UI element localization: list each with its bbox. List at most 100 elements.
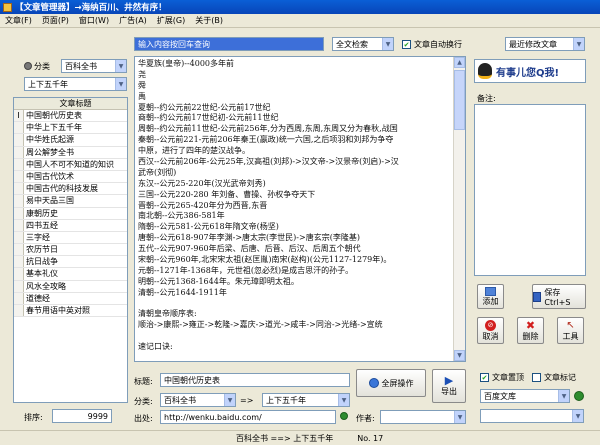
mark-checkbox[interactable]: 文章标记 xyxy=(532,372,576,383)
list-item[interactable]: 农历节日 xyxy=(14,244,127,257)
cancel-icon: ⊘ xyxy=(485,319,496,331)
editor-line: 周朝--约公元前11世纪-公元前256年,分为西周,东周,东周又分为春秋,战国 xyxy=(138,124,398,134)
menu-window[interactable]: 窗口(W) xyxy=(74,15,114,26)
sort-select[interactable]: 最近修改文章 ▼ xyxy=(505,37,585,51)
category-radio-icon[interactable] xyxy=(24,62,32,70)
unchecked-box-icon xyxy=(532,373,541,382)
save-button[interactable]: 保存 Ctrl+S xyxy=(532,284,586,309)
subcategory-value: 上下五千年 xyxy=(28,79,68,89)
editor-line: 舜 xyxy=(138,80,146,90)
statusbar: 百科全书 ==> 上下五千年 No. 17 xyxy=(0,430,600,445)
add-icon xyxy=(485,286,496,296)
article-content[interactable]: 华夏族(皇帝)--4000多年前尧舜禹夏朝--约公元前22世纪-公元前17世纪商… xyxy=(135,57,465,355)
row-selector xyxy=(14,231,24,244)
list-item[interactable]: I 中国朝代历史表 xyxy=(14,110,127,123)
window-titlebar: 【文章管理器】→海纳百川、井然有序！ xyxy=(0,0,600,14)
form-category-select[interactable]: 百科全书 ▼ xyxy=(160,393,236,407)
list-item[interactable]: 基本礼仪 xyxy=(14,268,127,281)
fullscreen-button[interactable]: 全屏操作 xyxy=(356,369,426,397)
export-button[interactable]: ▶ 导出 xyxy=(432,369,466,403)
list-item-title: 基本礼仪 xyxy=(26,269,58,279)
search-input[interactable]: 输入内容按回车查询 xyxy=(134,37,324,51)
chevron-down-icon: ▼ xyxy=(558,390,569,402)
mark-label: 文章标记 xyxy=(544,373,576,382)
qq-banner-text: 有事儿您Q我! xyxy=(496,67,560,79)
search-engine-select[interactable]: 百度文库 ▼ xyxy=(480,389,570,403)
article-editor[interactable]: 华夏族(皇帝)--4000多年前尧舜禹夏朝--约公元前22世纪-公元前17世纪商… xyxy=(134,56,466,362)
scroll-down-icon[interactable]: ▼ xyxy=(454,350,465,361)
list-item[interactable]: 道德经 xyxy=(14,292,127,305)
chevron-down-icon: ▼ xyxy=(572,410,583,422)
chevron-down-icon: ▼ xyxy=(382,38,393,50)
list-item[interactable]: 三字经 xyxy=(14,231,127,245)
add-button[interactable]: 添加 xyxy=(477,284,504,309)
delete-button[interactable]: ✖ 删除 xyxy=(517,317,544,344)
extra-select[interactable]: ▼ xyxy=(480,409,584,423)
note-textarea[interactable] xyxy=(474,104,586,276)
category-arrow: => xyxy=(240,396,254,405)
scroll-up-icon[interactable]: ▲ xyxy=(454,57,465,68)
source-label: 出处: xyxy=(134,414,153,423)
editor-line: 武帝(刘彻) xyxy=(138,167,177,177)
row-selector xyxy=(14,146,24,158)
pin-label: 文章置顶 xyxy=(492,373,524,382)
source-input[interactable]: http://wenku.baidu.com/ xyxy=(160,410,336,424)
search-mode-select[interactable]: 全文检索 ▼ xyxy=(332,37,394,51)
status-count: No. 17 xyxy=(357,433,384,443)
open-link-icon[interactable] xyxy=(340,412,348,420)
list-item[interactable]: 中国古代的科技发展 xyxy=(14,183,127,196)
menu-about[interactable]: 关于(B) xyxy=(190,15,228,26)
title-input[interactable]: 中国朝代历史表 xyxy=(160,373,350,387)
tools-icon: ↖ xyxy=(566,319,575,331)
check-icon: ✔ xyxy=(402,40,411,49)
cancel-button[interactable]: ⊘ 取消 xyxy=(477,317,504,344)
list-item[interactable]: 康朝历史 xyxy=(14,207,127,220)
list-item[interactable]: 中国古代饮术 xyxy=(14,170,127,184)
fullscreen-label: 全屏操作 xyxy=(381,378,414,388)
sort-order-input[interactable]: 9999 xyxy=(52,409,112,423)
title-label: 标题: xyxy=(134,377,153,386)
list-item[interactable]: 中华上下五千年 xyxy=(14,122,127,135)
sort-label: 排序: xyxy=(24,413,43,422)
form-subcategory-value: 上下五千年 xyxy=(266,395,306,405)
author-select[interactable]: ▼ xyxy=(380,410,466,424)
list-item[interactable]: 春节用语中英对照 xyxy=(14,305,127,318)
list-item[interactable]: 中国人不可不知道的知识 xyxy=(14,158,127,171)
menu-extend[interactable]: 扩展(G) xyxy=(152,15,190,26)
list-item-title: 道德经 xyxy=(26,293,50,303)
qq-banner[interactable]: 有事儿您Q我! xyxy=(474,59,586,83)
qq-penguin-icon xyxy=(478,63,492,79)
list-item-title: 易中天品三国 xyxy=(26,196,74,206)
auto-wrap-checkbox[interactable]: ✔ 文章自动换行 xyxy=(402,39,462,50)
list-item[interactable]: 四书五经 xyxy=(14,219,127,232)
list-item[interactable]: 周公解梦全书 xyxy=(14,146,127,159)
row-selector xyxy=(14,268,24,280)
list-item[interactable]: 易中天品三国 xyxy=(14,195,127,208)
row-selector xyxy=(14,305,24,317)
menu-ad[interactable]: 广告(A) xyxy=(114,15,152,26)
pin-checkbox[interactable]: ✔ 文章置顶 xyxy=(480,372,524,383)
scroll-thumb[interactable] xyxy=(454,70,465,130)
list-item[interactable]: 抗日战争 xyxy=(14,256,127,269)
tools-button[interactable]: ↖ 工具 xyxy=(557,317,584,344)
list-item-title: 中国朝代历史表 xyxy=(24,110,82,122)
article-list-header: 文章标题 xyxy=(14,98,127,110)
editor-line: 西汉--公元前206年-公元25年,汉高祖(刘邦)->汉文帝->汉景帝(刘启)-… xyxy=(138,157,399,167)
row-selector xyxy=(14,170,24,183)
list-item-title: 康朝历史 xyxy=(26,208,58,218)
editor-scrollbar[interactable]: ▲ ▼ xyxy=(453,57,465,361)
editor-line: 五代--公元907-960年后梁、后唐、后晋、后汉、后周五个朝代 xyxy=(138,244,361,254)
list-item[interactable]: 中华姓氏起源 xyxy=(14,134,127,147)
list-item[interactable]: 风水全攻略 xyxy=(14,280,127,293)
save-icon xyxy=(533,291,542,302)
menu-page[interactable]: 页面(P) xyxy=(37,15,74,26)
article-list[interactable]: 文章标题 I 中国朝代历史表 中华上下五千年 中华姓氏起源 周公解梦全书 中国人不可不知道… xyxy=(13,97,128,403)
row-selector xyxy=(14,256,24,268)
menu-article[interactable]: 文章(F) xyxy=(0,15,37,26)
row-selector: I xyxy=(14,110,24,122)
category-select[interactable]: 百科全书 ▼ xyxy=(61,59,127,73)
form-subcategory-select[interactable]: 上下五千年 ▼ xyxy=(262,393,350,407)
editor-line: 中原，进行了四年的楚汉战争。 xyxy=(138,146,250,156)
go-search-icon[interactable] xyxy=(574,391,584,401)
subcategory-select[interactable]: 上下五千年 ▼ xyxy=(24,77,127,91)
